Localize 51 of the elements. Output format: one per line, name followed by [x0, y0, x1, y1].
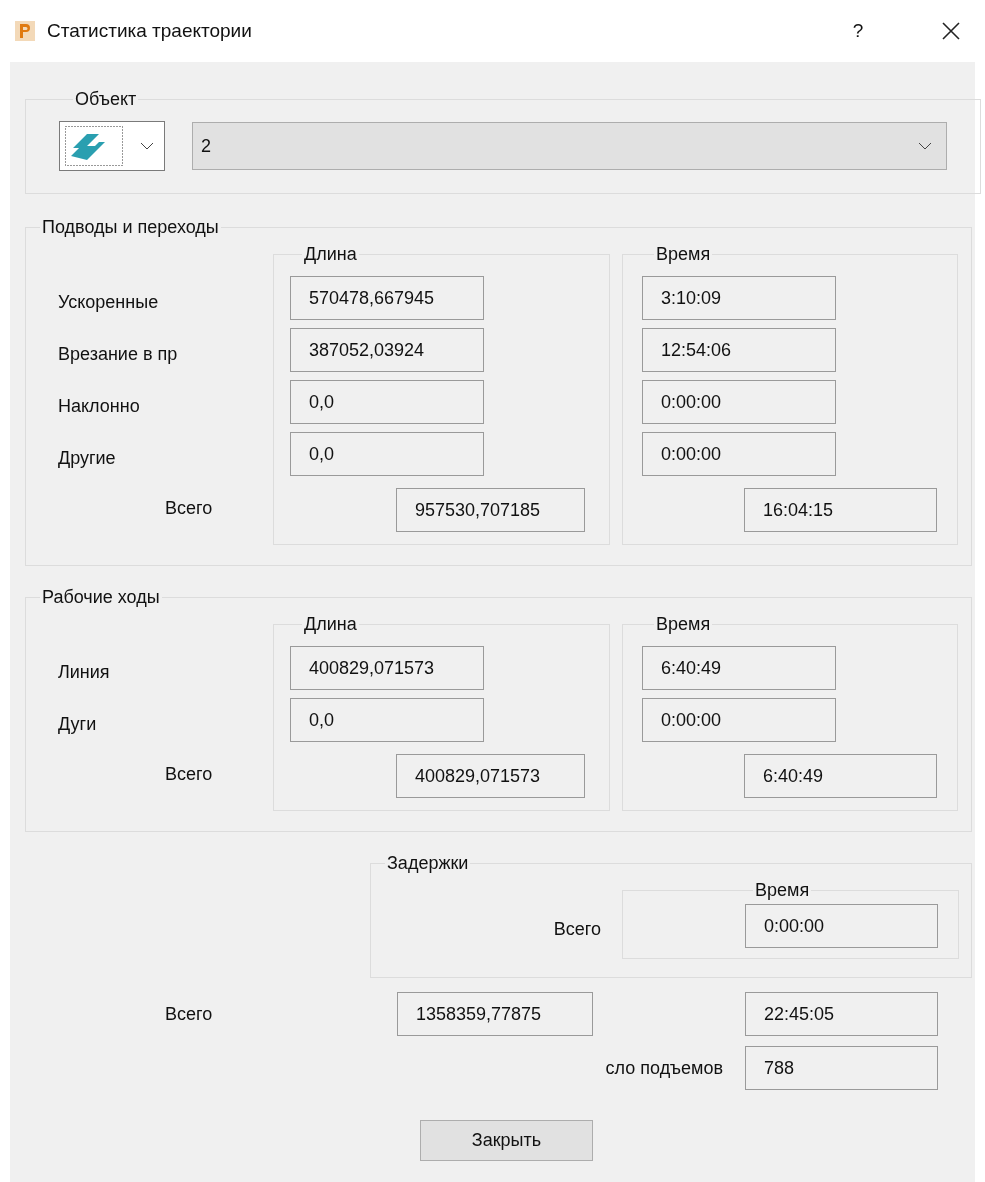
value-field[interactable]: 0,0 [290, 380, 484, 424]
object-dropdown[interactable]: 2 [192, 122, 947, 170]
group-label: Подводы и переходы [41, 216, 220, 239]
close-icon[interactable] [941, 21, 961, 41]
chevron-down-icon [918, 142, 932, 150]
value-field[interactable]: 22:45:05 [745, 992, 938, 1036]
group-label: Длина [303, 613, 358, 636]
field-label: Всего [165, 1003, 213, 1024]
value-field[interactable]: 6:40:49 [642, 646, 836, 690]
value-field[interactable]: 0:00:00 [642, 380, 836, 424]
field-label: Наклонно [58, 394, 140, 418]
field-label: Линия [58, 660, 110, 684]
object-type-dropdown[interactable] [59, 121, 165, 171]
dropdown-value: 2 [201, 134, 212, 158]
close-button[interactable]: Закрыть [420, 1120, 593, 1161]
field-label: Всего [553, 918, 601, 941]
value-field[interactable]: 0,0 [290, 432, 484, 476]
group-label: Время [754, 879, 811, 902]
window-title: Статистика траектории [47, 18, 252, 43]
value-field[interactable]: 400829,071573 [396, 754, 585, 798]
app-logo-icon [15, 21, 35, 41]
value-field[interactable]: 16:04:15 [744, 488, 937, 532]
group-label: Объект [74, 88, 138, 111]
group-label: Задержки [386, 852, 470, 875]
value-field[interactable]: 0:00:00 [745, 904, 938, 948]
value-field[interactable]: 0,0 [290, 698, 484, 742]
value-field[interactable]: 12:54:06 [642, 328, 836, 372]
toolpath-icon [65, 126, 123, 166]
value-field[interactable]: 570478,667945 [290, 276, 484, 320]
value-field[interactable]: 387052,03924 [290, 328, 484, 372]
value-field[interactable]: 1358359,77875 [397, 992, 593, 1036]
value-field[interactable]: 3:10:09 [642, 276, 836, 320]
value-field[interactable]: 6:40:49 [744, 754, 937, 798]
field-label: Дуги [58, 712, 97, 736]
value-field[interactable]: 0:00:00 [642, 698, 836, 742]
value-field[interactable]: 0:00:00 [642, 432, 836, 476]
field-label: Врезание в пр [58, 342, 178, 366]
value-field[interactable]: 957530,707185 [396, 488, 585, 532]
field-label: Ускоренные [58, 290, 159, 314]
group-label: Рабочие ходы [41, 586, 161, 609]
field-label: Другие [58, 446, 116, 470]
value-field[interactable]: 788 [745, 1046, 938, 1090]
value-field[interactable]: 400829,071573 [290, 646, 484, 690]
group-label: Длина [303, 243, 358, 266]
field-label: сло подъемов [605, 1056, 723, 1080]
help-button[interactable]: ? [843, 16, 873, 46]
field-label: Всего [165, 496, 213, 520]
group-label: Время [655, 243, 712, 266]
field-label: Всего [165, 762, 213, 786]
chevron-down-icon [140, 142, 154, 150]
group-label: Время [655, 613, 712, 636]
